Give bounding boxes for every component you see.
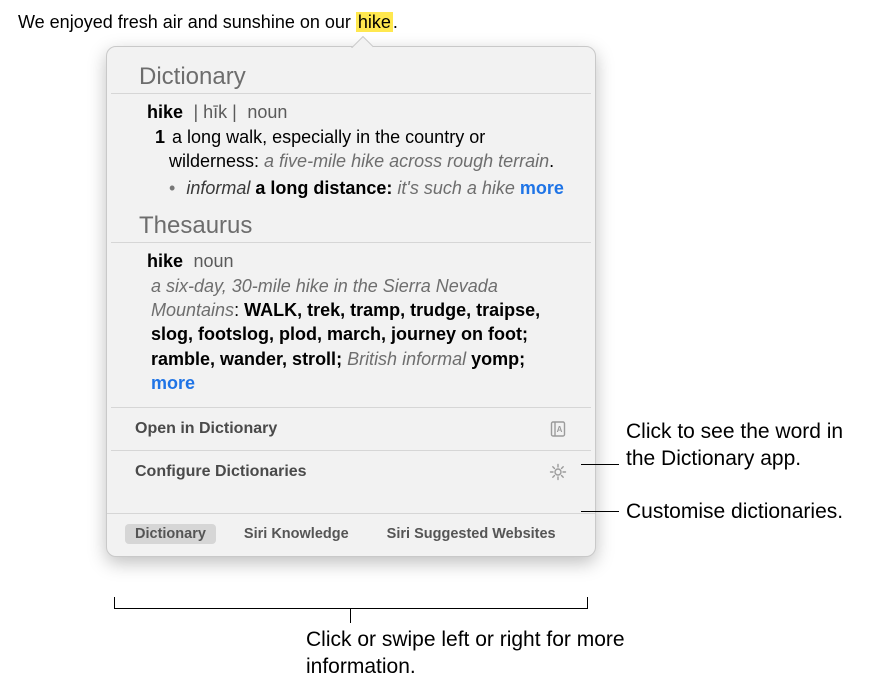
def-period: . — [549, 151, 554, 171]
sentence-suffix: . — [393, 12, 398, 32]
source-sentence: We enjoyed fresh air and sunshine on our… — [18, 12, 398, 33]
callout-line-customise — [581, 511, 619, 512]
thesaurus-word: hike — [147, 251, 183, 271]
thesaurus-part-of-speech: noun — [187, 251, 233, 271]
dictionary-pronunciation: | hīk | — [187, 102, 236, 122]
popover-pointer — [351, 36, 373, 48]
dictionary-subsense: • informal a long distance: it's such a … — [147, 176, 567, 200]
thesaurus-more-link[interactable]: more — [151, 373, 195, 393]
subsense-text: a long distance: — [250, 178, 397, 198]
highlighted-word[interactable]: hike — [356, 12, 393, 32]
dictionary-more-link[interactable]: more — [520, 178, 564, 198]
lookup-popover: Dictionary hike | hīk | noun 1 a long wa… — [106, 46, 596, 557]
callout-bracket-stem — [350, 609, 351, 623]
source-tab-bar: Dictionary Siri Knowledge Siri Suggested… — [107, 513, 595, 556]
def-number: 1 — [155, 127, 167, 147]
dictionary-section-title: Dictionary — [111, 57, 591, 94]
callout-swipe: Click or swipe left or right for more in… — [306, 626, 646, 681]
open-in-dictionary-label: Open in Dictionary — [135, 420, 277, 438]
def-example: a five-mile hike across rough terrain — [264, 151, 549, 171]
usage-label: informal — [186, 178, 250, 198]
tab-dictionary[interactable]: Dictionary — [125, 524, 216, 544]
callout-dictionary-app: Click to see the word in the Dictionary … — [626, 418, 856, 473]
subsense-example: it's such a hike — [397, 178, 515, 198]
gear-icon — [549, 463, 567, 481]
thesaurus-section-title: Thesaurus — [111, 206, 591, 243]
dictionary-part-of-speech: noun — [241, 102, 287, 122]
callout-bracket — [114, 597, 588, 609]
dictionary-entry: hike | hīk | noun 1 a long walk, especia… — [107, 94, 595, 206]
thesaurus-entry: hike noun a six-day, 30-mile hike in the… — [107, 243, 595, 401]
thesaurus-headword-line: hike noun — [147, 251, 567, 272]
dictionary-app-icon: A — [549, 420, 567, 438]
tab-siri-knowledge[interactable]: Siri Knowledge — [234, 524, 359, 544]
thesaurus-brit-label: British informal — [347, 349, 466, 369]
sentence-prefix: We enjoyed fresh air and sunshine on our — [18, 12, 356, 32]
thesaurus-brit-syn: yomp; — [466, 349, 525, 369]
svg-text:A: A — [557, 425, 563, 434]
open-in-dictionary-row[interactable]: Open in Dictionary A — [111, 407, 591, 450]
thesaurus-colon: : — [234, 300, 244, 320]
thesaurus-primary: WALK — [244, 300, 297, 320]
tab-siri-suggested-websites[interactable]: Siri Suggested Websites — [377, 524, 566, 544]
dictionary-headword-line: hike | hīk | noun — [147, 102, 567, 123]
configure-dictionaries-row[interactable]: Configure Dictionaries — [111, 450, 591, 493]
callout-line-app — [581, 464, 619, 465]
configure-dictionaries-label: Configure Dictionaries — [135, 463, 307, 481]
thesaurus-body: a six-day, 30-mile hike in the Sierra Ne… — [147, 274, 567, 395]
dictionary-word: hike — [147, 102, 183, 122]
bullet-icon: • — [169, 178, 181, 198]
callout-customise: Customise dictionaries. — [626, 498, 846, 525]
dictionary-definition-1: 1 a long walk, especially in the country… — [147, 125, 567, 174]
